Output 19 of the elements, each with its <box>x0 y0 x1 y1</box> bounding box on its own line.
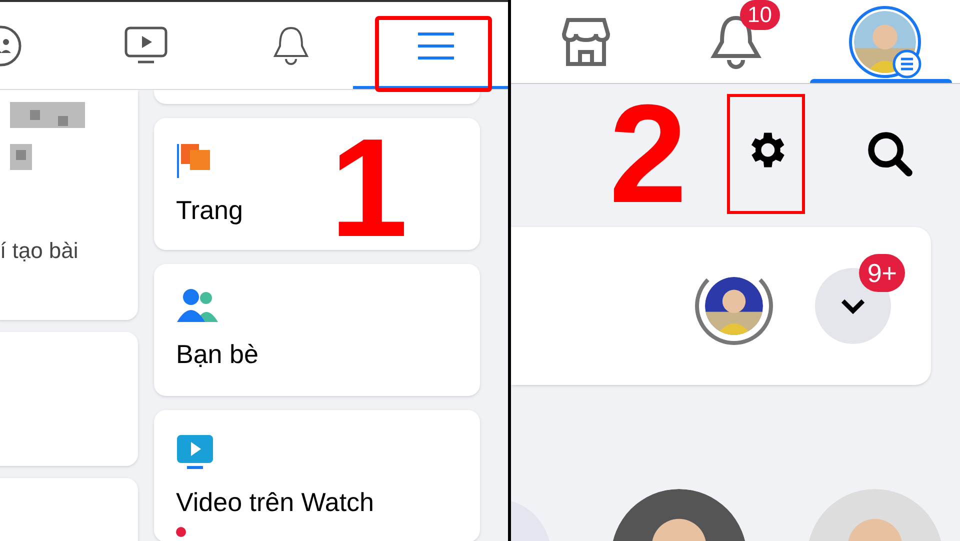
search-icon[interactable] <box>865 129 915 179</box>
video-icon[interactable] <box>124 26 168 66</box>
notification-badge: 9+ <box>859 254 905 292</box>
step-number: 1 <box>330 138 408 239</box>
watch-icon <box>176 434 214 472</box>
shortcut-card[interactable]: Bạn bè <box>154 264 480 396</box>
chevron-down-icon <box>840 297 866 315</box>
shortcut-card[interactable] <box>154 90 480 104</box>
shortcut-card[interactable]: Trang 1 <box>154 118 480 250</box>
step-number: 2 <box>609 84 687 224</box>
shortcut-card[interactable]: Video trên Watch <box>154 410 480 541</box>
account-card[interactable]: 9+ <box>511 227 931 385</box>
shortcut-label: Video trên Watch <box>176 486 375 518</box>
post-caption: í tạo bài <box>0 237 80 265</box>
shortcut-label: Bạn bè <box>176 338 260 370</box>
friends-icon <box>176 288 220 324</box>
shortcut-label: Trang <box>176 194 244 226</box>
notification-badge: 10 <box>740 0 780 30</box>
menu-icon[interactable] <box>416 30 456 62</box>
